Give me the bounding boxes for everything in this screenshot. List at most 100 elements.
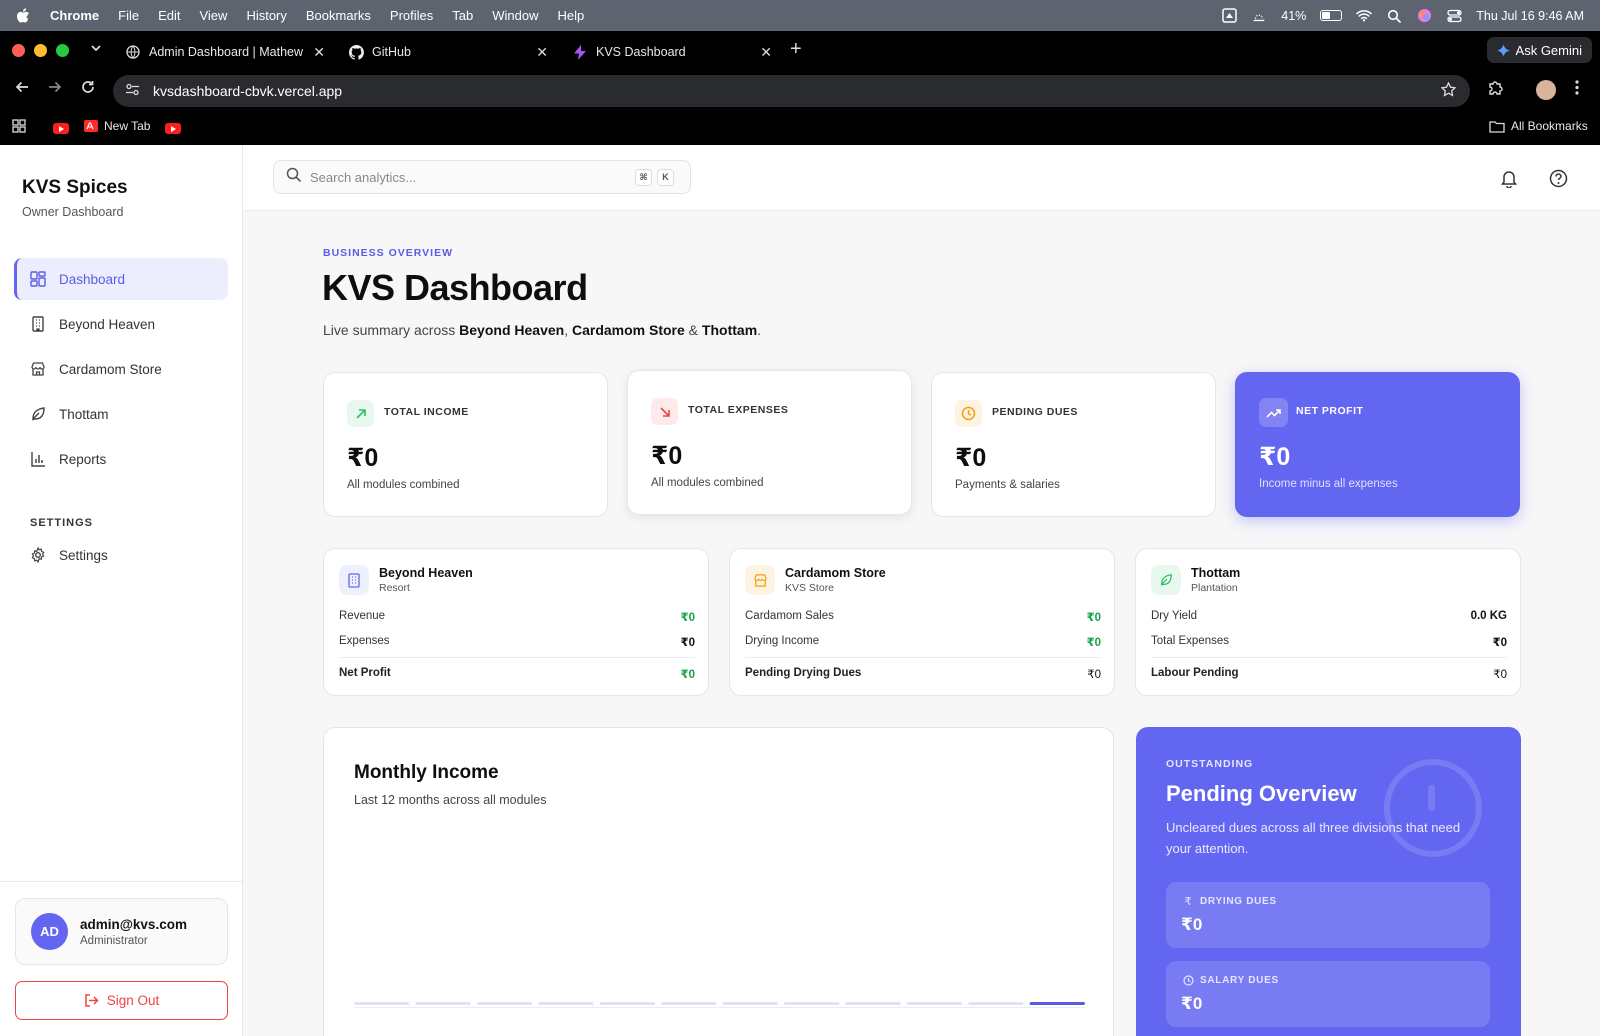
folder-icon [1489,120,1505,133]
youtube-bookmark[interactable] [165,123,181,134]
menu-history[interactable]: History [246,8,286,23]
menu-profiles[interactable]: Profiles [390,8,433,23]
income-bar-3[interactable] [476,1002,533,1005]
stat-value: ₹0 [347,444,379,472]
sidebar-item-dashboard[interactable]: Dashboard [14,258,228,300]
tab-kvs-dashboard[interactable]: KVS Dashboard ✕ [572,37,772,67]
sidebar-item-beyond-heaven[interactable]: Beyond Heaven [14,303,228,345]
income-bar-4[interactable] [538,1002,594,1005]
zoom-window-button[interactable] [56,44,69,57]
income-bar-8[interactable] [783,1002,840,1005]
close-window-button[interactable] [12,44,25,57]
new-tab-plus-icon[interactable]: + [790,38,802,61]
tab-admin-dashboard[interactable]: Admin Dashboard | Mathew S ✕ [125,37,325,67]
settings-section-heading: SETTINGS [30,517,94,529]
bookmark-star-icon[interactable] [1440,80,1457,101]
site-settings-icon[interactable] [125,83,143,99]
subtitle-sep: & [684,322,702,338]
menu-app-chrome[interactable]: Chrome [50,8,99,23]
menu-view[interactable]: View [199,8,227,23]
brightness-icon[interactable] [1251,8,1267,24]
all-bookmarks-button[interactable]: All Bookmarks [1489,119,1588,133]
close-tab-icon[interactable]: ✕ [760,44,772,61]
menu-tab[interactable]: Tab [452,8,473,23]
menubar-clock[interactable]: Thu Jul 16 9:46 AM [1476,9,1584,23]
menu-edit[interactable]: Edit [158,8,180,23]
trending-up-icon [1259,398,1288,427]
more-options-icon[interactable] [1575,80,1579,99]
income-bar-2[interactable] [415,1002,471,1005]
stat-label: PENDING DUES [992,406,1078,418]
user-role: Administrator [80,934,148,947]
profile-avatar[interactable] [1536,80,1556,100]
stat-card-total-income: TOTAL INCOME ₹0 All modules combined [323,372,608,517]
ask-gemini-button[interactable]: Ask Gemini [1486,37,1592,63]
tab-search-chevron-down-icon[interactable] [90,41,102,57]
ask-gemini-label: Ask Gemini [1515,42,1582,58]
sign-out-button[interactable]: Sign Out [15,981,228,1020]
spotlight-search-icon[interactable] [1386,8,1402,24]
module-card-thottam[interactable]: Thottam Plantation Dry Yield 0.0 KG Tota… [1135,548,1521,696]
web-page: KVS Spices Owner Dashboard Dashboard Bey… [0,145,1600,1036]
search-box[interactable]: ⌘ K [273,160,691,194]
extensions-puzzle-icon[interactable] [1487,80,1504,101]
module-card-beyond-heaven[interactable]: Beyond Heaven Resort Revenue ₹0 Expenses… [323,548,709,696]
notifications-bell-icon[interactable] [1498,167,1520,189]
user-card[interactable]: AD admin@kvs.com Administrator [15,898,228,965]
module-name: Cardamom Store [785,566,886,580]
sidebar-item-settings[interactable]: Settings [14,534,228,576]
pending-item-salary-dues[interactable]: SALARY DUES ₹0 [1166,961,1490,1027]
income-bar-7[interactable] [722,1002,778,1005]
github-icon [348,44,364,60]
sidebar-item-cardamom-store[interactable]: Cardamom Store [14,348,228,390]
grid-icon [29,270,47,288]
control-center-icon[interactable] [1446,8,1462,24]
module-total-row: Pending Drying Dues ₹0 [745,667,1101,681]
apple-icon[interactable] [16,7,30,24]
income-bar-9[interactable] [845,1002,901,1005]
address-bar[interactable]: kvsdashboard-cbvk.vercel.app [113,75,1470,107]
drive-icon[interactable] [1221,8,1237,24]
stat-value: ₹0 [1259,443,1291,471]
module-card-cardamom-store[interactable]: Cardamom Store KVS Store Cardamom Sales … [729,548,1115,696]
stat-note: All modules combined [651,477,764,489]
sidebar-item-reports[interactable]: Reports [14,438,228,480]
apps-grid-icon[interactable] [12,119,26,133]
reload-icon[interactable] [78,80,98,99]
forward-arrow-icon[interactable] [45,80,65,99]
search-icon [286,167,302,187]
income-bar-10[interactable] [906,1002,963,1005]
browser-toolbar: kvsdashboard-cbvk.vercel.app [0,71,1600,111]
battery-percent: 41% [1281,8,1307,23]
tab-github[interactable]: GitHub ✕ [348,37,548,67]
youtube-bookmark[interactable] [53,123,69,134]
url-text[interactable]: kvsdashboard-cbvk.vercel.app [153,83,342,99]
wifi-icon[interactable] [1356,8,1373,24]
income-bar-6[interactable] [661,1002,717,1005]
window-controls [12,44,69,57]
income-bar-1[interactable] [354,1002,410,1005]
back-arrow-icon[interactable] [12,80,32,99]
menu-help[interactable]: Help [558,8,585,23]
menu-window[interactable]: Window [492,8,538,23]
search-input[interactable] [310,169,630,185]
bolt-icon [572,44,588,60]
income-bar-11[interactable] [968,1002,1024,1005]
menu-file[interactable]: File [118,8,139,23]
stat-label: NET PROFIT [1296,405,1364,417]
income-bar-5[interactable] [599,1002,656,1005]
row-value: ₹0 [1086,637,1101,649]
income-bar-12[interactable] [1029,1002,1085,1005]
close-tab-icon[interactable]: ✕ [536,44,548,61]
youtube-icon [53,123,69,134]
help-icon[interactable] [1547,167,1569,189]
new-tab-bookmark[interactable]: New Tab [84,119,150,133]
close-tab-icon[interactable]: ✕ [313,44,325,61]
sidebar-item-thottam[interactable]: Thottam [14,393,228,435]
battery-icon[interactable] [1320,10,1343,21]
minimize-window-button[interactable] [34,44,47,57]
pending-item-drying-dues[interactable]: ₹ DRYING DUES ₹0 [1166,882,1490,948]
tab-title: Admin Dashboard | Mathew S [149,45,304,59]
menu-bookmarks[interactable]: Bookmarks [306,8,371,23]
siri-icon[interactable] [1416,8,1432,24]
